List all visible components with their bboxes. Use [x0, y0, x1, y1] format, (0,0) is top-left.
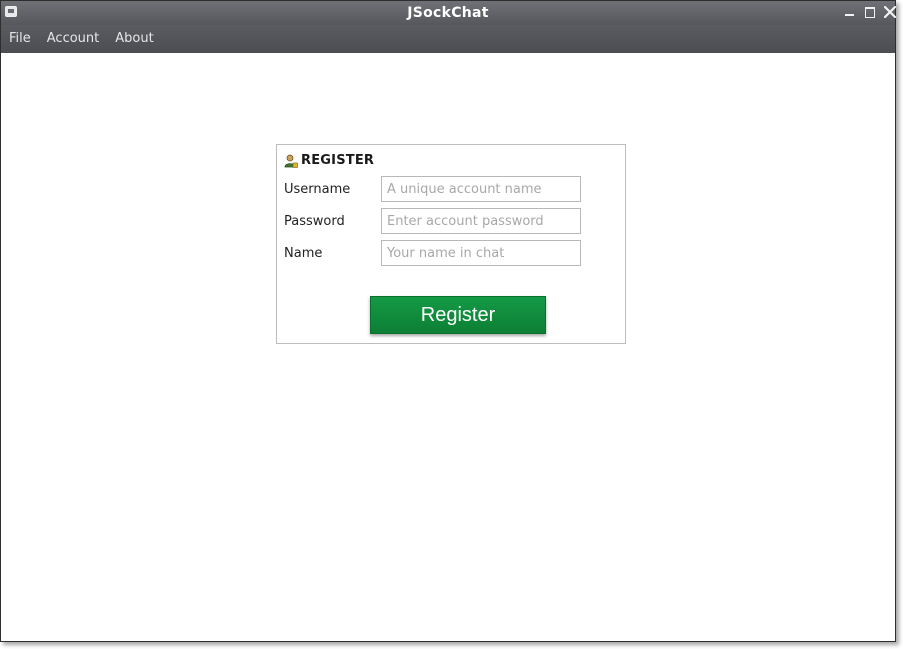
- window-title: JSockChat: [407, 5, 489, 21]
- register-header: REGISTER: [284, 153, 374, 168]
- username-row: Username: [284, 176, 581, 202]
- password-label: Password: [284, 213, 345, 229]
- username-label: Username: [284, 181, 351, 197]
- name-label: Name: [284, 245, 323, 261]
- name-input[interactable]: [381, 240, 581, 266]
- close-icon[interactable]: [883, 5, 897, 19]
- name-row: Name: [284, 240, 581, 266]
- password-input[interactable]: [381, 208, 581, 234]
- username-input[interactable]: [381, 176, 581, 202]
- app-window: JSockChat File Account About REGISTER Us…: [0, 0, 896, 642]
- menu-about[interactable]: About: [107, 25, 161, 53]
- password-row: Password: [284, 208, 581, 234]
- menu-bar: File Account About: [1, 25, 895, 53]
- user-icon: [284, 154, 298, 168]
- register-button[interactable]: Register: [370, 296, 546, 334]
- menu-file[interactable]: File: [1, 25, 39, 53]
- maximize-icon[interactable]: [863, 5, 877, 19]
- minimize-icon[interactable]: [843, 5, 857, 19]
- title-bar[interactable]: JSockChat: [1, 1, 897, 25]
- menu-account[interactable]: Account: [39, 25, 108, 53]
- register-panel: REGISTER Username Password Name Register: [276, 144, 626, 344]
- register-heading: REGISTER: [301, 153, 375, 168]
